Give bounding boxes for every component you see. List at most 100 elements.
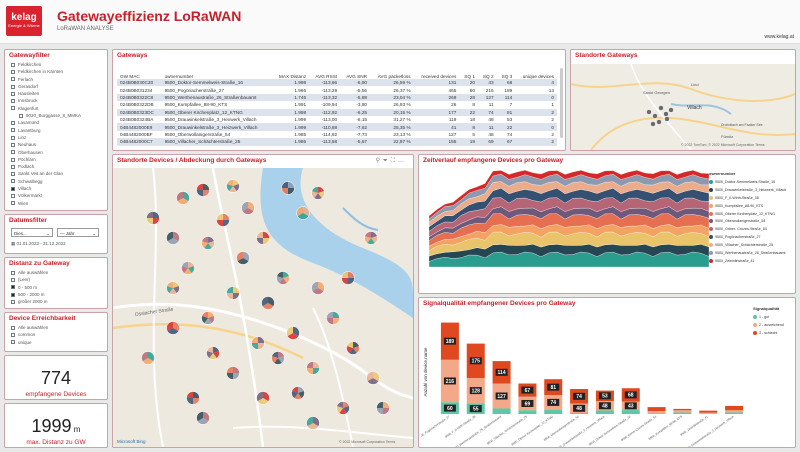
gateway-marker[interactable]	[650, 121, 656, 127]
gateway-marker[interactable]	[663, 111, 669, 117]
legend-item[interactable]: 9500_Oberer Kirchenplatz_12_KTNG	[709, 210, 795, 218]
table-row[interactable]: 024B0B0323DC 9500_Oberer Kirchenplatz_12_…	[117, 108, 557, 116]
device-pie-marker[interactable]	[366, 371, 380, 385]
checkbox[interactable]	[11, 277, 15, 282]
device-pie-marker[interactable]	[176, 191, 190, 205]
checkbox[interactable]	[11, 270, 15, 275]
device-pie-marker[interactable]	[201, 311, 215, 325]
legend-item[interactable]: 9500_Drauwinkelstraße_3_Heizwerk_Villach	[709, 186, 795, 194]
legend-item[interactable]: 2 - ausreichend	[753, 321, 795, 329]
device-pie-marker[interactable]	[141, 351, 155, 365]
bar-segment[interactable]	[699, 410, 718, 413]
checkbox[interactable]	[11, 157, 15, 162]
gateway_filter-option[interactable]: Wien	[5, 200, 107, 207]
bar-segment[interactable]	[673, 412, 692, 414]
website-link[interactable]: www.kelag.at	[765, 34, 794, 40]
bar-segment[interactable]	[492, 408, 511, 414]
pin-icon[interactable]: ⚲	[376, 158, 383, 164]
checkbox[interactable]	[11, 193, 15, 198]
legend-item[interactable]: 1 - gut	[753, 313, 795, 321]
checkbox[interactable]	[11, 332, 15, 337]
device-pie-marker[interactable]	[226, 286, 240, 300]
device-pie-marker[interactable]	[206, 346, 220, 360]
gateway_filter-option[interactable]: Feldkirchen in Kärnten	[5, 68, 107, 75]
table-row[interactable]: 024B0B0322DB 9500_Kumpfallee_88-90_KTS 1.9…	[117, 101, 557, 108]
table-row[interactable]: 024B0B0324BA 9500_Drauwinkelstraße_3_Hexw…	[117, 116, 557, 123]
column-header[interactable]: AVG SNR	[340, 61, 370, 79]
checkbox[interactable]	[11, 69, 15, 74]
device-pie-marker[interactable]	[276, 271, 290, 285]
column-header[interactable]: unique devices	[515, 61, 557, 79]
gateway_filter-option[interactable]: Pöchlarn	[5, 156, 107, 163]
device-pie-marker[interactable]	[216, 213, 230, 227]
bar-segment[interactable]	[725, 405, 744, 411]
device-pie-marker[interactable]	[364, 231, 378, 245]
reach_filter-option[interactable]: Alle auswählen	[5, 324, 107, 331]
bar-segment[interactable]	[570, 413, 589, 414]
table-row[interactable]: 04B4482000C7 9500_Villacher_Schächterstra…	[117, 138, 557, 146]
bar-segment[interactable]	[518, 410, 537, 414]
gateway_filter-option[interactable]: Innsbruck	[5, 97, 107, 104]
legend-item[interactable]: 9500_Kumpfallee_88-90_KTS	[709, 202, 795, 210]
bar-segment[interactable]	[673, 410, 692, 413]
bar-segment[interactable]	[647, 407, 666, 412]
checkbox[interactable]	[11, 121, 15, 126]
device-pie-marker[interactable]	[296, 206, 310, 220]
legend-item[interactable]: 9500_Doktor-Semmelweis-Straße_16	[709, 178, 795, 186]
device-pie-marker[interactable]	[291, 386, 305, 400]
device-pie-marker[interactable]	[196, 411, 210, 425]
checkbox[interactable]	[11, 128, 15, 133]
checkbox[interactable]	[11, 84, 15, 89]
checkbox[interactable]	[11, 299, 15, 304]
date-unit-dropdown-2[interactable]: — Jahr ⌄	[57, 228, 99, 237]
checkbox[interactable]	[11, 99, 15, 104]
checkbox[interactable]	[11, 150, 15, 155]
checkbox[interactable]	[11, 325, 15, 330]
calendar-icon[interactable]: ▦	[11, 241, 15, 246]
table-row[interactable]: 04B4482000BF 9500_Oberwollanigerstraße_54…	[117, 131, 557, 138]
device-pie-marker[interactable]	[261, 296, 275, 310]
bar-segment[interactable]	[544, 409, 563, 414]
filter-icon[interactable]: ⏷	[383, 158, 391, 164]
more-options-icon[interactable]: …	[398, 158, 407, 164]
device-pie-marker[interactable]	[241, 201, 255, 215]
focus-mode-icon[interactable]: ⛶	[391, 158, 398, 164]
table-row[interactable]: 04B4482000E9 9500_Drauwinkelstraße_3_Heiz…	[117, 123, 557, 131]
legend-item[interactable]: 9500_Villacher_Schächterstraße_25	[709, 241, 795, 249]
checkbox[interactable]	[11, 142, 15, 147]
gateway_filter-option[interactable]: Lavantburg	[5, 127, 107, 134]
device-pie-marker[interactable]	[166, 231, 180, 245]
checkbox[interactable]	[11, 201, 15, 206]
device-pie-marker[interactable]	[256, 231, 270, 245]
device-pie-marker[interactable]	[196, 183, 210, 197]
device-pie-marker[interactable]	[271, 351, 285, 365]
gateway-marker[interactable]	[646, 109, 652, 115]
bar-segment[interactable]	[621, 410, 640, 414]
checkbox[interactable]	[11, 285, 15, 290]
column-header[interactable]: SQ 1	[459, 61, 478, 79]
gateway-locations-map[interactable]: Sankt Georgen Lind Villach Drobollach am…	[571, 64, 795, 150]
distance_filter-option[interactable]: 0 - 500 m	[5, 284, 107, 291]
gateway-marker[interactable]	[668, 107, 674, 113]
device-pie-marker[interactable]	[326, 311, 340, 325]
device-pie-marker[interactable]	[226, 366, 240, 380]
gateway_filter-option[interactable]: Feldkirchen	[5, 61, 107, 68]
column-header[interactable]: received devices	[414, 61, 460, 79]
devices-coverage-map[interactable]: Ossiacher Straße Microsoft Bing © 2022 M…	[113, 168, 413, 447]
column-header[interactable]: AVG RSSI	[309, 61, 340, 79]
bar-segment[interactable]	[647, 411, 666, 414]
device-pie-marker[interactable]	[181, 261, 195, 275]
checkbox[interactable]	[11, 179, 15, 184]
device-pie-marker[interactable]	[286, 326, 300, 340]
gateway_filter-option[interactable]: Villach	[5, 185, 107, 192]
gateway_filter-option[interactable]: Podlach	[5, 163, 107, 170]
distance_filter-option[interactable]: Alle auswählen	[5, 269, 107, 276]
column-header[interactable]: GW MAC	[117, 61, 162, 79]
gateway_filter-option[interactable]: Ferlach	[5, 76, 107, 83]
bar-segment[interactable]	[595, 410, 614, 414]
gateway_filter-option[interactable]: Lavamünd	[5, 119, 107, 126]
gateway_filter-option[interactable]: Neuhaus	[5, 141, 107, 148]
checkbox[interactable]	[11, 164, 15, 169]
table-scrollbar[interactable]	[560, 68, 563, 138]
visual-header-icons[interactable]: ⚲⏷⛶…	[376, 157, 407, 165]
